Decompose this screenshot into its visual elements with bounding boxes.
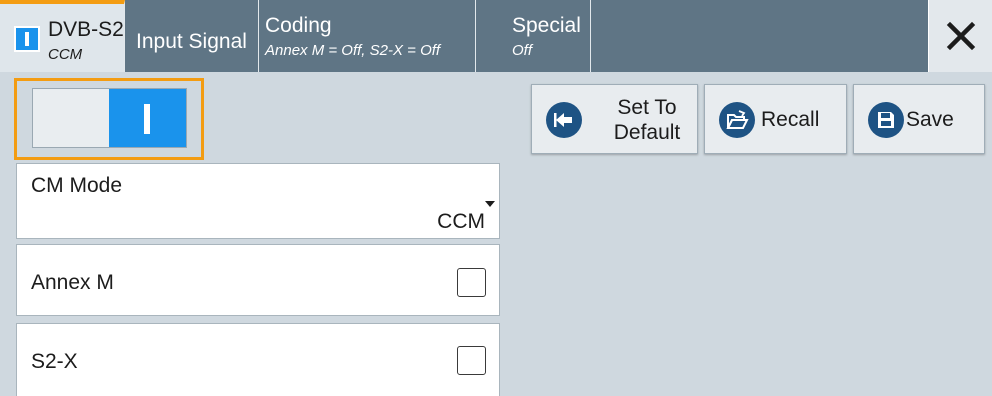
tab-title: Special bbox=[512, 14, 581, 37]
s2x-checkbox[interactable] bbox=[457, 346, 486, 375]
state-toggle[interactable] bbox=[32, 88, 187, 148]
annex-m-row: Annex M bbox=[16, 244, 500, 316]
cm-mode-label: CM Mode bbox=[31, 174, 123, 197]
recall-label: Recall bbox=[761, 108, 820, 131]
cm-mode-select[interactable]: CM Mode CCM bbox=[16, 163, 500, 239]
tab-coding[interactable]: Coding Annex M = Off, S2-X = Off bbox=[259, 0, 476, 72]
tab-title: Coding bbox=[265, 14, 332, 37]
save-button[interactable]: Save bbox=[853, 84, 985, 154]
tab-title: DVB-S2 bbox=[48, 18, 124, 41]
close-icon bbox=[946, 21, 976, 51]
save-label: Save bbox=[906, 108, 954, 131]
floppy-disk-icon bbox=[868, 102, 904, 138]
close-button[interactable] bbox=[928, 0, 992, 72]
folder-open-icon bbox=[719, 102, 755, 138]
tab-special[interactable]: Special Off bbox=[476, 0, 591, 72]
state-on-icon bbox=[14, 26, 40, 52]
state-toggle-frame bbox=[14, 78, 204, 160]
annex-m-checkbox[interactable] bbox=[457, 268, 486, 297]
tab-title: Input Signal bbox=[136, 30, 247, 53]
cm-mode-value: CCM bbox=[437, 210, 485, 233]
tab-bar: DVB-S2 CCM Input Signal Coding Annex M =… bbox=[0, 0, 992, 72]
tab-input-signal[interactable]: Input Signal bbox=[126, 0, 259, 72]
tab-subtitle: CCM bbox=[48, 46, 83, 63]
tab-subtitle: Annex M = Off, S2-X = Off bbox=[265, 42, 441, 59]
tab-dvb-s2[interactable]: DVB-S2 CCM bbox=[0, 0, 125, 72]
recall-button[interactable]: Recall bbox=[704, 84, 847, 154]
toggle-knob-on bbox=[109, 89, 186, 147]
annex-m-label: Annex M bbox=[31, 271, 114, 294]
set-to-default-button[interactable]: Set To Default bbox=[531, 84, 698, 154]
s2x-row: S2-X bbox=[16, 323, 500, 396]
tab-subtitle: Off bbox=[512, 42, 533, 59]
set-to-default-label: Set To Default bbox=[613, 96, 681, 144]
set-default-icon bbox=[546, 102, 582, 138]
s2x-label: S2-X bbox=[31, 350, 78, 373]
dropdown-arrow-icon bbox=[485, 201, 495, 207]
